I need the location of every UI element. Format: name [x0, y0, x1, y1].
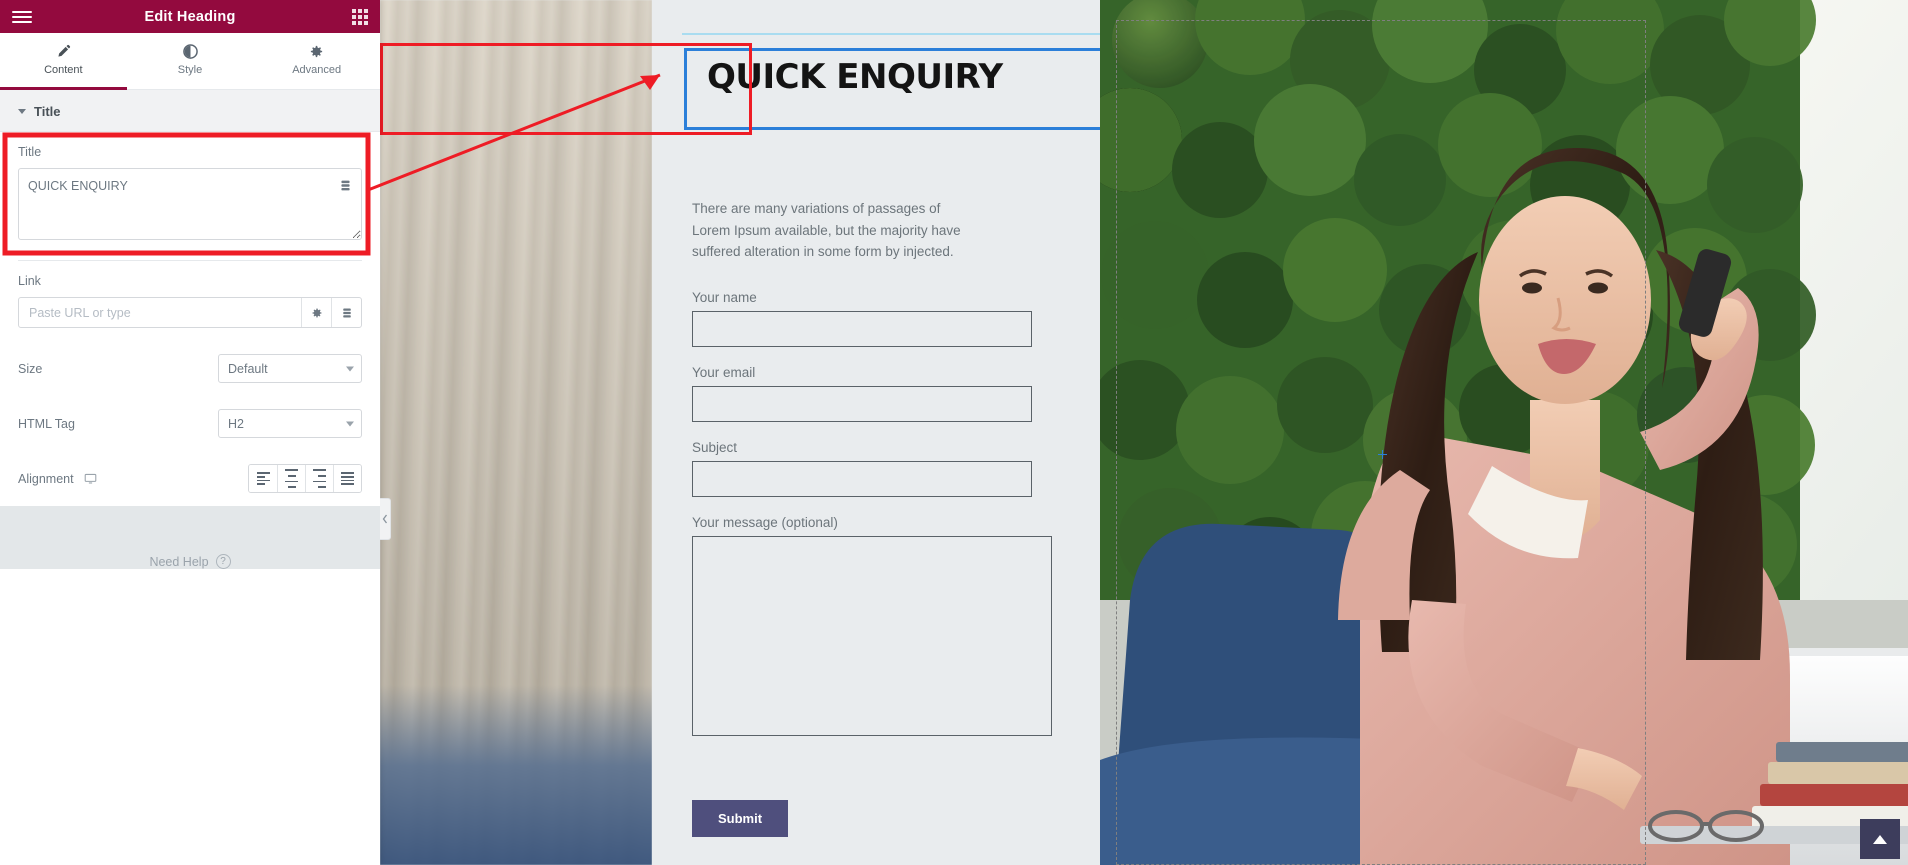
field-subject: Subject	[692, 440, 1032, 497]
control-alignment: Alignment	[18, 451, 362, 506]
panel-controls-scroll: Title Title Link	[0, 90, 380, 865]
section-hover-outline	[682, 33, 1106, 35]
your-message-textarea[interactable]	[692, 536, 1052, 736]
field-label-your-message: Your message (optional)	[692, 515, 838, 530]
panel-collapse-toggle[interactable]	[380, 498, 391, 540]
hamburger-icon[interactable]	[12, 8, 32, 26]
page-heading[interactable]: QUICK ENQUIRY	[707, 60, 1007, 94]
align-right-icon[interactable]	[305, 465, 333, 492]
alignment-button-group	[248, 464, 362, 493]
question-circle-icon: ?	[215, 554, 231, 569]
need-help-label: Need Help	[149, 554, 209, 569]
pencil-icon	[56, 44, 71, 59]
need-help-link[interactable]: Need Help ?	[149, 554, 231, 569]
link-field-label: Link	[18, 274, 41, 288]
align-left-icon[interactable]	[249, 465, 277, 492]
controls-body: Title Link	[0, 132, 380, 506]
widgets-grid-icon[interactable]	[352, 8, 368, 25]
title-field-label: Title	[18, 145, 42, 159]
hero-photo-image	[1100, 0, 1908, 865]
field-your-name: Your name	[692, 290, 1032, 347]
tab-content[interactable]: Content	[0, 33, 127, 90]
desktop-icon[interactable]	[84, 472, 97, 485]
tab-content-label: Content	[44, 64, 83, 76]
elementor-editor: Edit Heading Content Style Advanced Titl…	[0, 0, 1908, 865]
hero-photo	[1100, 0, 1908, 865]
section-title-label: Title	[34, 104, 61, 119]
html-tag-select[interactable]: H2	[218, 409, 362, 438]
background-photo-left	[380, 0, 652, 865]
field-your-message: Your message (optional)	[692, 515, 1052, 741]
size-select[interactable]: Default	[218, 354, 362, 383]
panel-footer: Need Help ?	[0, 506, 380, 569]
panel-header: Edit Heading	[0, 0, 380, 33]
chevron-down-icon	[18, 109, 26, 114]
tab-advanced[interactable]: Advanced	[253, 33, 380, 90]
contrast-circle-icon	[182, 44, 198, 59]
link-dynamic-tags-icon[interactable]	[331, 298, 361, 327]
subject-input[interactable]	[692, 461, 1032, 497]
gear-icon	[309, 44, 324, 59]
tab-advanced-label: Advanced	[292, 64, 342, 76]
editor-panel: Edit Heading Content Style Advanced Titl…	[0, 0, 391, 865]
scroll-to-top-button[interactable]	[1860, 819, 1900, 859]
align-center-icon[interactable]	[277, 465, 305, 492]
tab-style-label: Style	[177, 64, 203, 76]
your-email-input[interactable]	[692, 386, 1032, 422]
title-input[interactable]	[18, 168, 362, 240]
field-label-your-name: Your name	[692, 290, 757, 305]
align-justify-icon[interactable]	[333, 465, 361, 492]
submit-button[interactable]: Submit	[692, 800, 789, 837]
photo-resize-handle[interactable]	[1378, 450, 1387, 459]
panel-tabs: Content Style Advanced	[0, 33, 380, 90]
link-input[interactable]	[19, 298, 301, 327]
link-options-gear-icon[interactable]	[301, 298, 331, 327]
preview-canvas: QUICK ENQUIRY There are many variations …	[380, 0, 1908, 865]
field-label-your-email: Your email	[692, 365, 756, 380]
alignment-label: Alignment	[18, 472, 97, 486]
control-html-tag: HTML Tag H2	[18, 396, 362, 451]
contact-form-column: QUICK ENQUIRY There are many variations …	[652, 0, 1106, 865]
html-tag-label: HTML Tag	[18, 416, 75, 431]
dynamic-tags-icon[interactable]	[334, 174, 356, 196]
control-title: Title	[18, 132, 362, 258]
control-size: Size Default	[18, 341, 362, 396]
control-link: Link	[18, 261, 362, 341]
panel-title: Edit Heading	[144, 8, 236, 25]
intro-paragraph: There are many variations of passages of…	[692, 201, 961, 260]
your-name-input[interactable]	[692, 311, 1032, 347]
section-title-header[interactable]: Title	[0, 90, 380, 132]
field-label-subject: Subject	[692, 440, 738, 455]
tab-style[interactable]: Style	[127, 33, 254, 90]
size-label: Size	[18, 361, 43, 376]
field-your-email: Your email	[692, 365, 1032, 422]
alignment-label-text: Alignment	[18, 471, 74, 486]
chevron-up-icon	[1873, 834, 1887, 844]
